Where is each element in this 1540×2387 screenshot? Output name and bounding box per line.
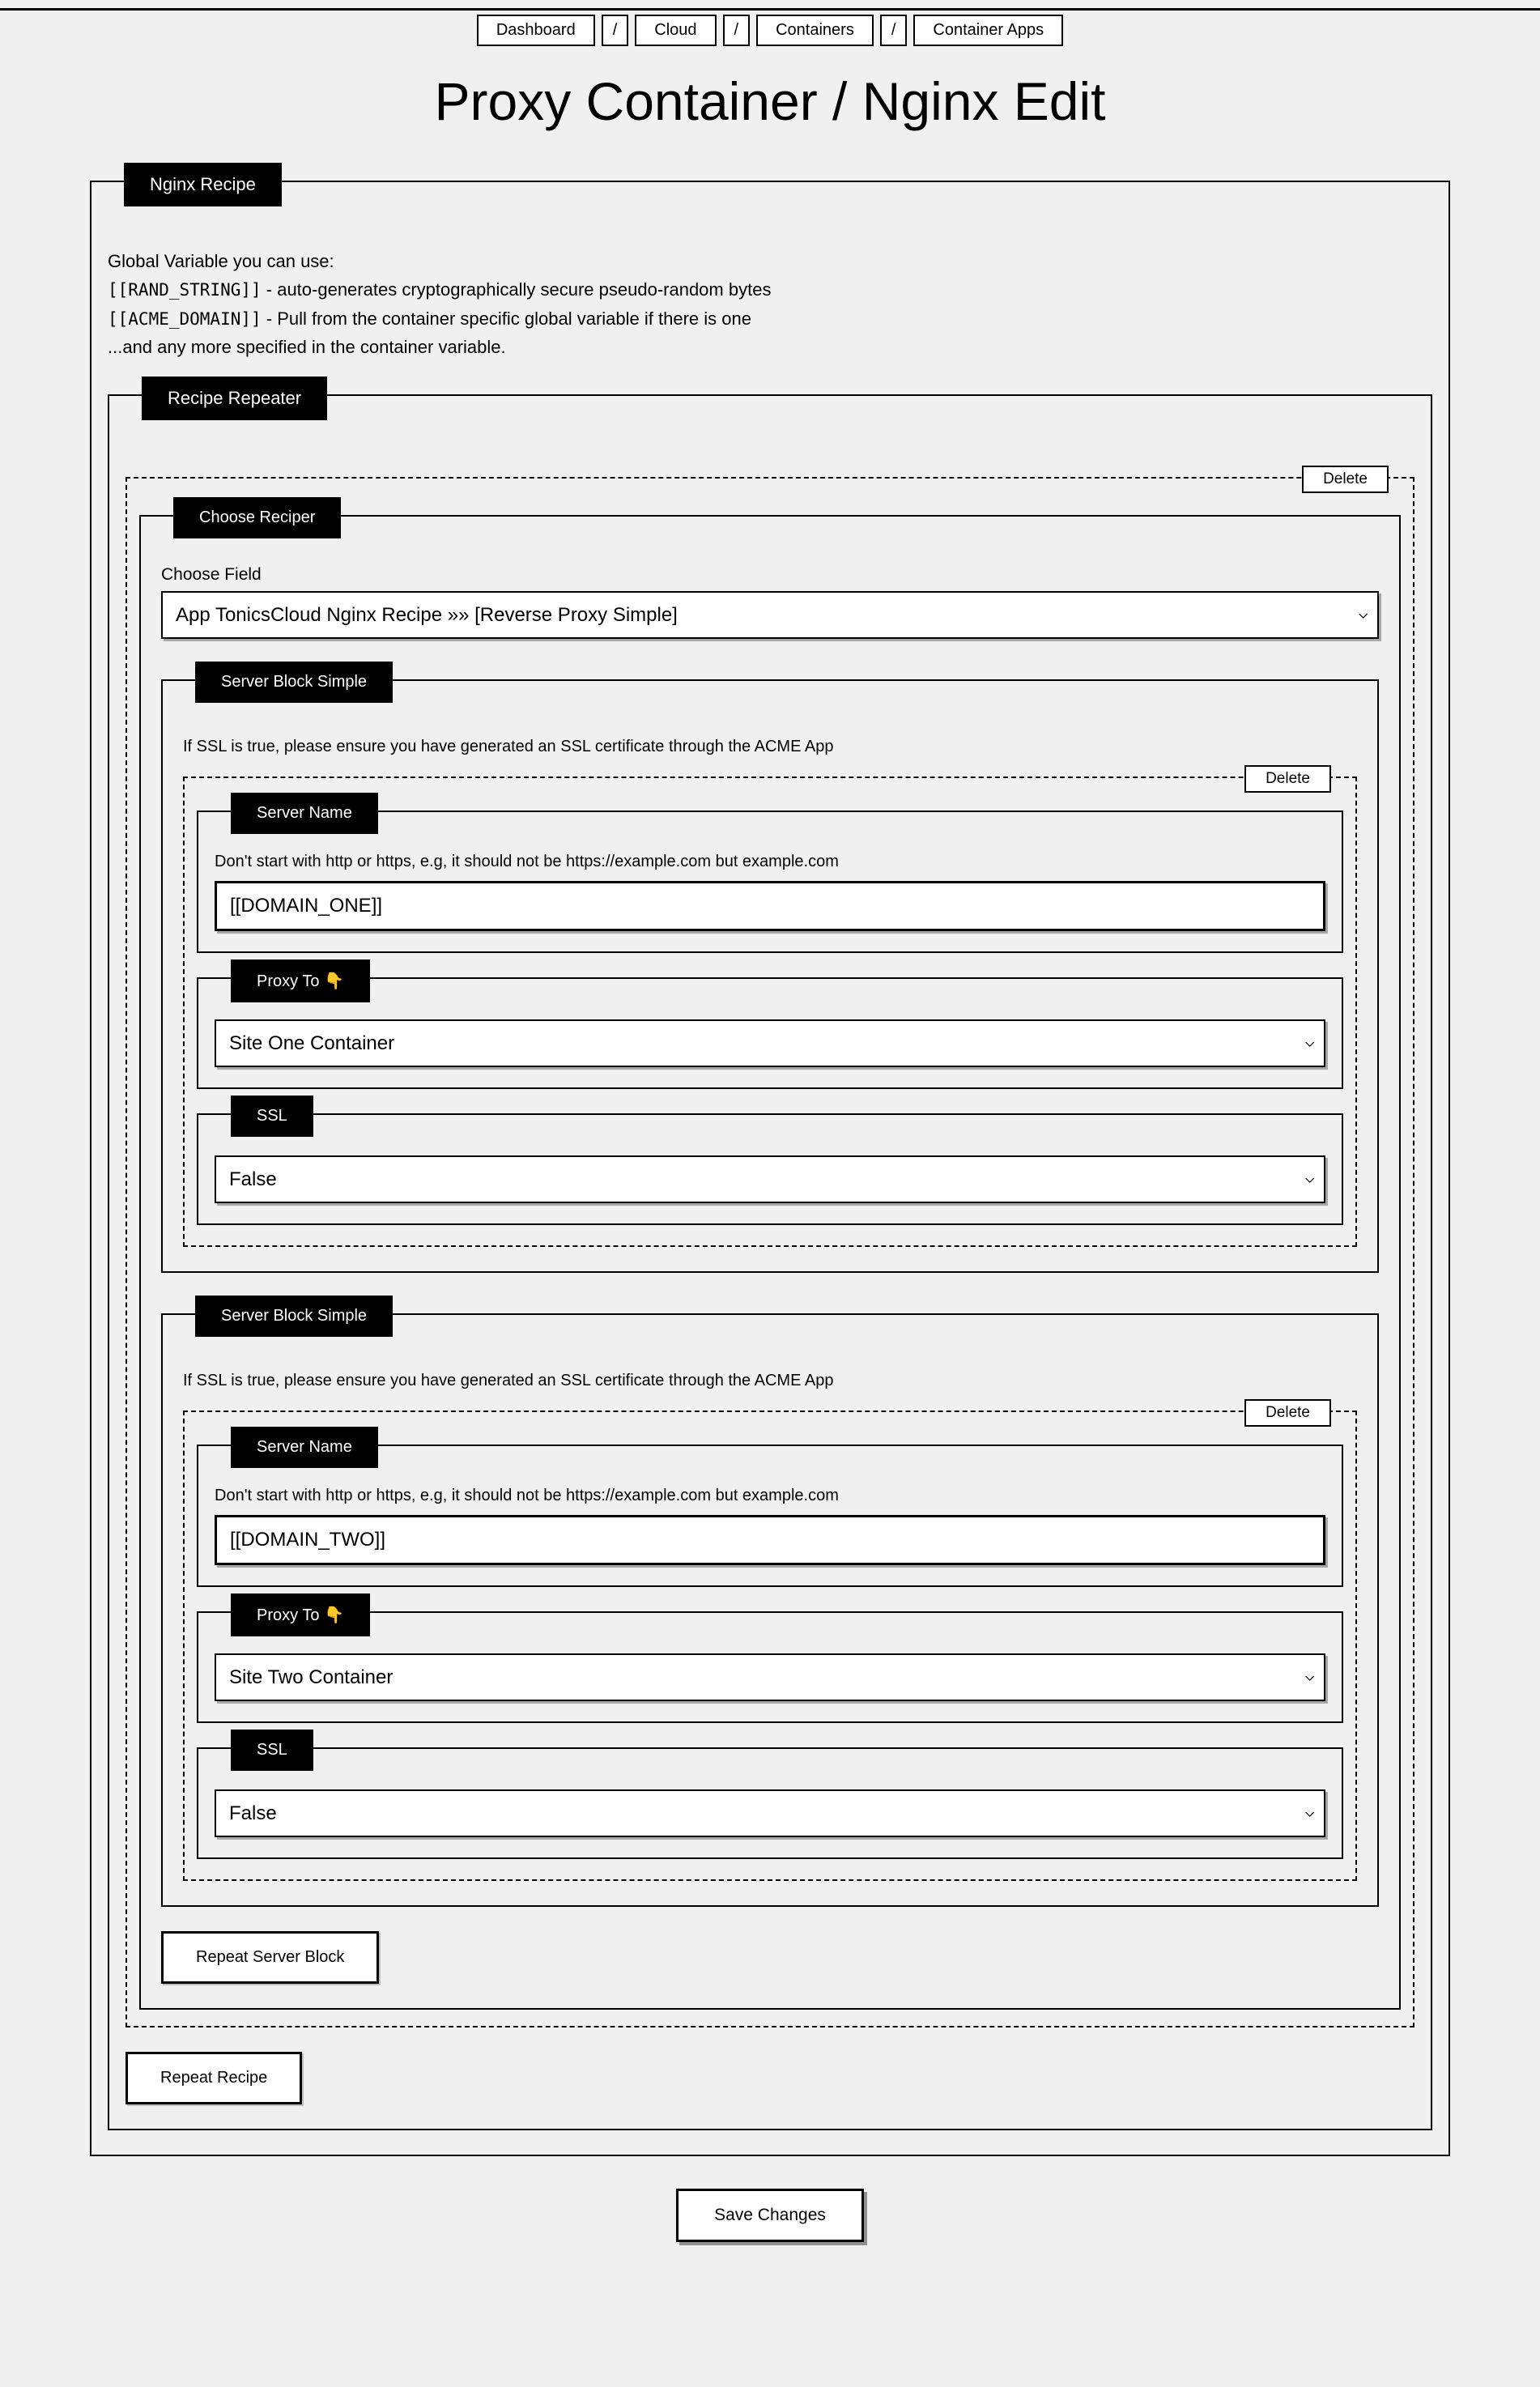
proxy-to-legend: Proxy To 👇 bbox=[231, 1593, 370, 1636]
server-block-legend: Server Block Simple bbox=[195, 1296, 393, 1337]
recipe-repeater-legend: Recipe Repeater bbox=[142, 377, 327, 420]
global-variable-info: Global Variable you can use: [[RAND_STRI… bbox=[108, 247, 1432, 362]
ssl-select[interactable]: False bbox=[215, 1789, 1325, 1837]
info-line: ...and any more specified in the contain… bbox=[108, 333, 1432, 361]
server-name-legend: Server Name bbox=[231, 1427, 378, 1468]
delete-server-block-button[interactable]: Delete bbox=[1244, 765, 1331, 793]
server-block-box: Server Block Simple If SSL is true, plea… bbox=[161, 679, 1379, 1273]
server-name-input[interactable] bbox=[215, 881, 1325, 931]
rand-string-code: [[RAND_STRING]] bbox=[108, 280, 262, 300]
proxy-to-box: Proxy To 👇 Site One Container bbox=[197, 977, 1343, 1089]
delete-recipe-button[interactable]: Delete bbox=[1302, 466, 1389, 493]
server-name-box: Server Name Don't start with http or htt… bbox=[197, 811, 1343, 953]
ssl-box: SSL False bbox=[197, 1747, 1343, 1859]
breadcrumb-cloud[interactable]: Cloud bbox=[635, 15, 716, 46]
ssl-box: SSL False bbox=[197, 1113, 1343, 1225]
ssl-select[interactable]: False bbox=[215, 1155, 1325, 1203]
server-name-hint: Don't start with http or https, e.g, it … bbox=[215, 1487, 1325, 1505]
info-line: [[RAND_STRING]] - auto-generates cryptog… bbox=[108, 275, 1432, 304]
breadcrumb-dashboard[interactable]: Dashboard bbox=[477, 15, 595, 46]
breadcrumb-separator: / bbox=[602, 15, 629, 46]
ssl-hint: If SSL is true, please ensure you have g… bbox=[183, 1372, 1357, 1390]
page-title: Proxy Container / Nginx Edit bbox=[0, 70, 1540, 132]
nginx-recipe-box: Nginx Recipe Global Variable you can use… bbox=[90, 181, 1450, 2156]
server-block-legend: Server Block Simple bbox=[195, 662, 393, 703]
ssl-legend: SSL bbox=[231, 1730, 313, 1771]
nginx-recipe-legend: Nginx Recipe bbox=[124, 163, 282, 206]
server-block-box: Server Block Simple If SSL is true, plea… bbox=[161, 1313, 1379, 1907]
choose-field-select[interactable]: App TonicsCloud Nginx Recipe »» [Reverse… bbox=[161, 591, 1379, 639]
repeat-server-block-button[interactable]: Repeat Server Block bbox=[161, 1931, 379, 1984]
recipe-repeater-box: Recipe Repeater Delete Choose Reciper Ch… bbox=[108, 394, 1432, 2130]
proxy-to-select[interactable]: Site One Container bbox=[215, 1019, 1325, 1067]
ssl-legend: SSL bbox=[231, 1096, 313, 1137]
breadcrumb-separator: / bbox=[723, 15, 751, 46]
acme-domain-code: [[ACME_DOMAIN]] bbox=[108, 309, 262, 329]
server-name-legend: Server Name bbox=[231, 793, 378, 834]
server-block-dashed: Delete Server Name Don't start with http… bbox=[183, 777, 1357, 1247]
proxy-to-legend: Proxy To 👇 bbox=[231, 959, 370, 1002]
save-changes-button[interactable]: Save Changes bbox=[676, 2189, 864, 2242]
server-name-input[interactable] bbox=[215, 1515, 1325, 1565]
proxy-to-select[interactable]: Site Two Container bbox=[215, 1653, 1325, 1701]
server-block-dashed: Delete Server Name Don't start with http… bbox=[183, 1410, 1357, 1881]
choose-field-label: Choose Field bbox=[161, 565, 1379, 585]
server-name-hint: Don't start with http or https, e.g, it … bbox=[215, 853, 1325, 871]
breadcrumb-containers[interactable]: Containers bbox=[756, 15, 874, 46]
server-name-box: Server Name Don't start with http or htt… bbox=[197, 1445, 1343, 1587]
recipe-dashed-group: Delete Choose Reciper Choose Field App T… bbox=[125, 477, 1415, 2027]
delete-server-block-button[interactable]: Delete bbox=[1244, 1399, 1331, 1427]
breadcrumb: Dashboard / Cloud / Containers / Contain… bbox=[0, 15, 1540, 46]
info-line: [[ACME_DOMAIN]] - Pull from the containe… bbox=[108, 304, 1432, 334]
breadcrumb-container-apps[interactable]: Container Apps bbox=[913, 15, 1063, 46]
info-line: Global Variable you can use: bbox=[108, 247, 1432, 275]
ssl-hint: If SSL is true, please ensure you have g… bbox=[183, 738, 1357, 756]
breadcrumb-separator: / bbox=[880, 15, 908, 46]
repeat-recipe-button[interactable]: Repeat Recipe bbox=[125, 2052, 302, 2104]
choose-recipe-box: Choose Reciper Choose Field App TonicsCl… bbox=[139, 515, 1401, 2010]
choose-recipe-legend: Choose Reciper bbox=[173, 497, 341, 538]
proxy-to-box: Proxy To 👇 Site Two Container bbox=[197, 1611, 1343, 1723]
